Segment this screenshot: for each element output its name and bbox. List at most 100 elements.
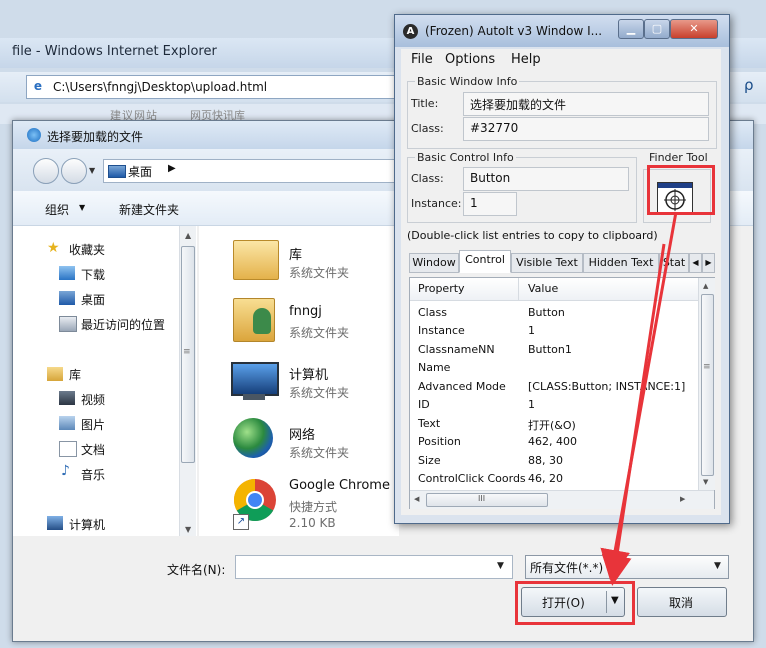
scroll-down-arrow-icon[interactable]: ▼	[703, 478, 708, 486]
scroll-left-arrow-icon[interactable]: ◀	[414, 495, 419, 503]
forward-button[interactable]	[61, 158, 87, 184]
property-value[interactable]: Button1	[528, 343, 572, 356]
nav-documents[interactable]: 文档	[81, 441, 105, 458]
nav-libraries[interactable]: 库	[69, 366, 81, 383]
property-key[interactable]: ClassnameNN	[418, 343, 495, 356]
scroll-grip-icon: III	[478, 494, 486, 503]
nav-music[interactable]: 音乐	[81, 466, 105, 483]
clipboard-hint: (Double-click list entries to copy to cl…	[407, 229, 658, 242]
desktop-icon	[108, 165, 126, 178]
file-type-select[interactable]: 所有文件(*.*) ▼	[525, 555, 729, 579]
autoit-app-icon: A	[403, 24, 418, 39]
title-field[interactable]: 选择要加载的文件	[463, 92, 709, 116]
property-key[interactable]: ID	[418, 398, 430, 411]
tab-scroll-right-icon[interactable]: ▶	[702, 253, 715, 273]
title-label: Title:	[411, 97, 439, 110]
nav-downloads[interactable]: 下载	[81, 266, 105, 283]
class-field[interactable]: #32770	[463, 117, 709, 141]
property-key[interactable]: Position	[418, 435, 461, 448]
tab-visible-text[interactable]: Visible Text	[511, 253, 583, 273]
property-value[interactable]: 1	[528, 324, 535, 337]
instance-label: Instance:	[411, 197, 462, 210]
back-button[interactable]	[33, 158, 59, 184]
menu-help[interactable]: Help	[511, 52, 541, 67]
property-key[interactable]: ControlClick Coords	[418, 472, 526, 485]
tab-statusbar[interactable]: Stat	[659, 253, 689, 273]
property-value[interactable]: [CLASS:Button; INSTANCE:1]	[528, 380, 685, 393]
file-item-type: 系统文件夹	[289, 386, 350, 400]
new-folder-button[interactable]: 新建文件夹	[119, 201, 179, 218]
filename-input[interactable]	[235, 555, 513, 579]
property-key[interactable]: Instance	[418, 324, 465, 337]
nav-desktop[interactable]: 桌面	[81, 291, 105, 308]
minimize-button[interactable]: ▁	[618, 19, 644, 39]
nav-favorites[interactable]: 收藏夹	[69, 241, 105, 258]
ie-address-text: C:\Users\fnngj\Desktop\upload.html	[53, 80, 268, 94]
tab-window[interactable]: Window	[409, 253, 459, 273]
finder-tool-highlight	[647, 165, 715, 215]
chevron-down-icon[interactable]: ▼	[714, 561, 721, 571]
tab-control[interactable]: Control	[459, 250, 511, 273]
property-list-hscrollbar[interactable]: ◀ III ▶	[410, 490, 714, 509]
column-separator	[518, 278, 519, 300]
property-key[interactable]: Name	[418, 361, 450, 374]
scroll-up-arrow-icon[interactable]: ▲	[185, 231, 191, 240]
menu-options[interactable]: Options	[445, 52, 495, 67]
chevron-down-icon[interactable]: ▼	[497, 561, 504, 571]
scroll-grip-icon: ≡	[703, 362, 711, 372]
file-item-type: 快捷方式	[289, 500, 338, 514]
filename-label: 文件名(N):	[167, 563, 226, 577]
scroll-up-arrow-icon[interactable]: ▲	[703, 282, 708, 290]
chevron-right-icon[interactable]: ▶	[168, 163, 176, 174]
property-key[interactable]: Size	[418, 454, 441, 467]
property-value[interactable]: 462, 400	[528, 435, 577, 448]
control-class-label: Class:	[411, 172, 444, 185]
tab-scroll-left-icon[interactable]: ◀	[689, 253, 702, 273]
column-header-value[interactable]: Value	[528, 282, 558, 295]
breadcrumb-desktop[interactable]: 桌面	[128, 163, 152, 180]
property-hscroll-thumb[interactable]	[426, 493, 548, 507]
control-class-field[interactable]: Button	[463, 167, 629, 191]
tab-hidden-text[interactable]: Hidden Text	[583, 253, 659, 273]
chevron-down-icon[interactable]: ▼	[79, 203, 85, 212]
property-key[interactable]: Advanced Mode	[418, 380, 506, 393]
search-icon[interactable]: ρ	[744, 76, 762, 94]
autoit-window-info: A (Frozen) AutoIt v3 Window I... ▁ ▢ ✕ F…	[394, 14, 730, 524]
instance-field[interactable]: 1	[463, 192, 517, 216]
property-list-vscrollbar[interactable]: ▲ ≡ ▼	[698, 278, 715, 490]
documents-icon	[59, 441, 77, 457]
chevron-down-icon[interactable]: ▼	[89, 166, 95, 175]
breadcrumb[interactable]: 桌面 ▶	[103, 159, 395, 183]
nav-computer[interactable]: 计算机	[69, 516, 105, 533]
basic-window-info-label: Basic Window Info	[415, 75, 520, 88]
menu-file[interactable]: File	[411, 52, 433, 67]
library-icon	[47, 367, 63, 381]
property-value[interactable]: 打开(&O)	[528, 417, 576, 433]
nav-pictures[interactable]: 图片	[81, 416, 105, 433]
videos-icon	[59, 391, 75, 405]
scroll-down-arrow-icon[interactable]: ▼	[185, 525, 191, 534]
property-scroll-thumb[interactable]	[701, 294, 714, 476]
cancel-button[interactable]: 取消	[637, 587, 727, 617]
property-value[interactable]: Button	[528, 306, 565, 319]
scroll-right-arrow-icon[interactable]: ▶	[680, 495, 685, 503]
instance-value: 1	[470, 196, 478, 210]
user-avatar-icon	[253, 308, 271, 334]
ie-address-input[interactable]: e C:\Users\fnngj\Desktop\upload.html	[26, 75, 404, 99]
close-button[interactable]: ✕	[670, 19, 718, 39]
desktop-icon	[59, 291, 75, 305]
property-key[interactable]: Class	[418, 306, 447, 319]
open-button-highlight	[515, 581, 635, 625]
file-item-name: 网络	[289, 428, 316, 443]
property-value[interactable]: 88, 30	[528, 454, 563, 467]
property-key[interactable]: Text	[418, 417, 440, 430]
maximize-button[interactable]: ▢	[644, 19, 670, 39]
nav-recent-places[interactable]: 最近访问的位置	[81, 316, 165, 333]
organize-button[interactable]: 组织	[45, 201, 69, 218]
property-value[interactable]: 1	[528, 398, 535, 411]
basic-control-info-label: Basic Control Info	[415, 151, 516, 164]
finder-tool-label: Finder Tool	[649, 151, 708, 164]
column-header-property[interactable]: Property	[418, 282, 465, 295]
nav-videos[interactable]: 视频	[81, 391, 105, 408]
property-value[interactable]: 46, 20	[528, 472, 563, 485]
